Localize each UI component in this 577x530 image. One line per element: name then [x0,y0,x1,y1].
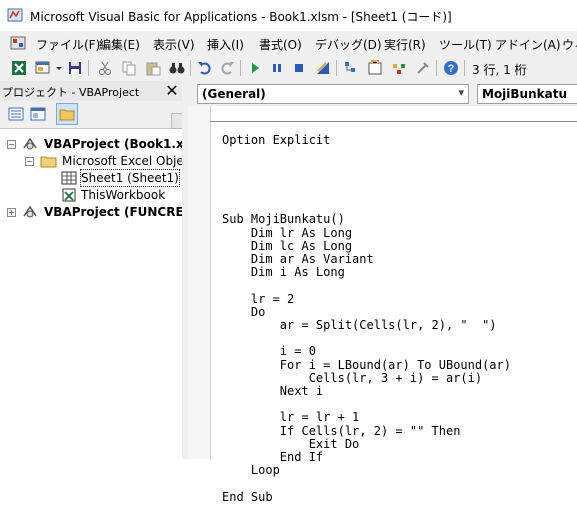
vbaproject-icon [22,204,38,220]
toggle-folders-icon[interactable] [56,103,78,125]
code-line: Dim i As Long [222,265,345,280]
project-explorer-header: プロジェクト - VBAProject ✕ [0,81,182,101]
code-margin-indicator-bar[interactable] [188,106,211,459]
toolbar-separator [464,60,465,76]
run-icon[interactable] [246,59,264,77]
menu-file[interactable]: ファイル(F) [36,36,100,53]
window-title: Microsoft Visual Basic for Applications … [30,10,452,24]
project-tree: − VBAProject (Book1.xls − Microsoft Exce… [0,129,195,459]
copy-icon[interactable] [120,59,138,77]
code-line: If Cells(lr, 2) = "" Then [222,423,461,438]
expand-toggle[interactable]: + [7,208,16,217]
code-line: End If [222,450,324,465]
toolbar-separator [190,60,191,76]
code-line: lr = 2 [222,291,295,306]
code-line: For i = LBound(ar) To UBound(ar) [222,357,511,372]
toolbar-separator [240,60,241,76]
undo-icon[interactable] [196,59,214,77]
svg-text:?: ? [448,63,455,75]
project-explorer-icon[interactable] [342,59,360,77]
chevron-down-icon[interactable] [54,59,64,77]
project-explorer-title: プロジェクト - VBAProject [2,86,140,99]
code-line: ar = Split(Cells(lr, 2), " ") [222,318,497,333]
procedure-combo-value: MojiBunkatu [482,87,568,101]
folder-icon [40,153,58,169]
collapse-toggle[interactable]: − [25,157,34,166]
tree-node-vbaproject-book1[interactable]: VBAProject (Book1.xls [44,136,195,152]
object-combo-value: (General) [202,87,266,101]
redo-icon[interactable] [218,59,236,77]
project-explorer-toolbar [0,101,182,129]
design-mode-icon[interactable] [314,59,332,77]
view-excel-icon[interactable] [10,59,28,77]
menu-view[interactable]: 表示(V) [153,36,195,53]
procedure-separator-line [210,121,577,122]
procedure-combo[interactable]: MojiBunkatu [477,84,577,104]
vba-system-menu-icon[interactable] [10,36,26,50]
properties-window-icon[interactable] [366,59,384,77]
find-binoculars-icon[interactable] [168,59,186,77]
stop-icon[interactable] [290,59,308,77]
tree-node-vbaproject-funcres[interactable]: VBAProject (FUNCRES [44,204,192,220]
object-combo[interactable]: (General) ▾ [197,84,469,104]
menu-format[interactable]: 書式(O) [259,36,302,53]
insert-userform-icon[interactable] [34,59,52,77]
worksheet-icon [61,170,77,186]
view-code-icon[interactable] [8,106,24,122]
menu-tools[interactable]: ツール(T) [439,36,492,53]
code-window: (General) ▾ MojiBunkatu Option Explicit … [188,81,577,503]
workbook-icon [61,187,77,203]
code-line-declarations: Option Explicit [222,133,331,148]
vbaproject-icon [22,136,38,152]
menu-debug[interactable]: デバッグ(D) [315,36,382,53]
menu-run[interactable]: 実行(R) [384,36,426,53]
code-editor[interactable]: Option Explicit Sub MojiBunkatu() Dim lr… [222,108,511,530]
menu-edit[interactable]: 編集(E) [99,36,140,53]
close-icon[interactable]: ✕ [163,81,181,100]
view-object-icon[interactable] [30,106,46,122]
tree-node-thisworkbook[interactable]: ThisWorkbook [81,187,165,203]
collapse-toggle[interactable]: − [7,140,16,149]
code-line: Dim lr As Long [222,225,353,240]
toolbox-icon[interactable] [414,59,432,77]
code-line: Loop [222,463,280,478]
cut-icon[interactable] [96,59,114,77]
menu-bar: ファイル(F) 編集(E) 表示(V) 挿入(I) 書式(O) デバッグ(D) … [0,31,577,55]
title-bar: Microsoft Visual Basic for Applications … [0,0,577,31]
toolbar-separator [88,60,89,76]
code-window-combos: (General) ▾ MojiBunkatu [188,81,577,106]
object-browser-icon[interactable] [390,59,408,77]
vba-app-icon [7,7,23,23]
cursor-position-status: 3 行, 1 桁 [472,63,527,77]
toolbar-separator [336,60,337,76]
code-line: Next i [222,384,324,399]
toolbar-separator [436,60,437,76]
menu-addins[interactable]: アドイン(A) [495,36,561,53]
paste-icon[interactable] [144,59,162,77]
menu-insert[interactable]: 挿入(I) [207,36,244,53]
tree-node-sheet1[interactable]: Sheet1 (Sheet1) [80,169,180,187]
code-line: lr = lr + 1 [222,410,360,425]
project-explorer-pane: プロジェクト - VBAProject ✕ − VBAProject (Book… [0,81,195,459]
code-line: End Sub [222,489,273,504]
pause-icon[interactable] [268,59,286,77]
code-line: i = 0 [222,344,316,359]
code-line: Sub MojiBunkatu() [222,212,345,227]
menu-window[interactable]: ウィ [562,36,577,53]
procedure-code: Sub MojiBunkatu() Dim lr As Long Dim lc … [222,212,511,504]
tree-node-excel-objects[interactable]: Microsoft Excel Object [62,153,195,169]
save-icon[interactable] [66,59,84,77]
chevron-down-icon[interactable]: ▾ [458,86,464,99]
help-icon[interactable]: ? [442,59,460,77]
